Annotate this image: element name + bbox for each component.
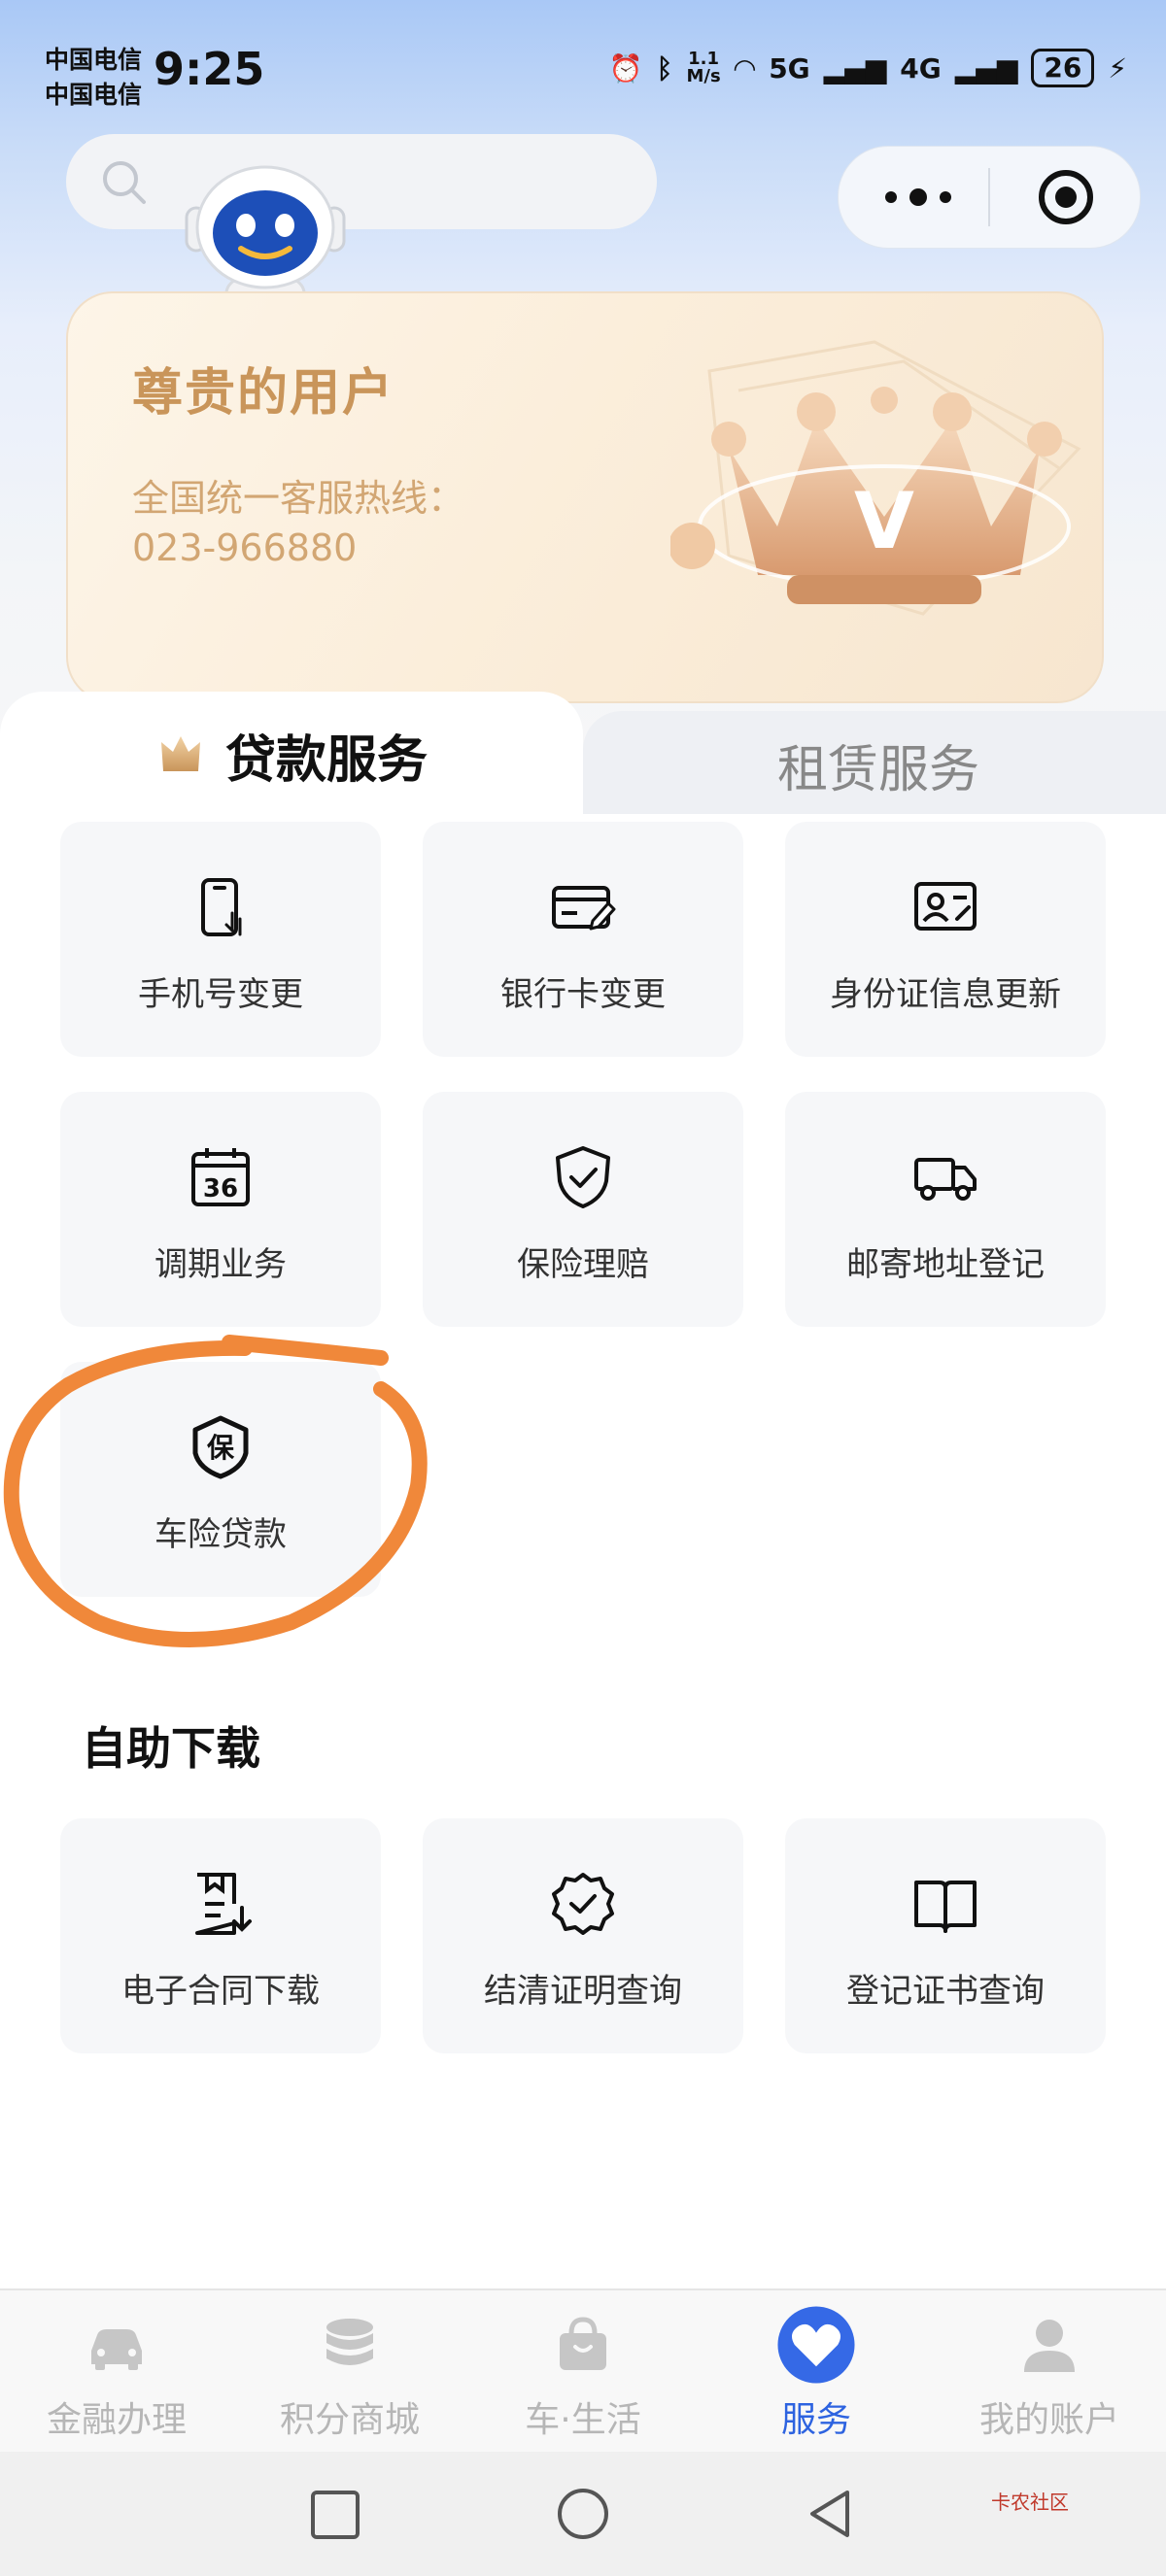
gift-bag-icon <box>560 2317 606 2370</box>
crown-badge-icon <box>161 736 200 771</box>
nav-services[interactable]: 服务 <box>700 2290 933 2454</box>
service-label: 银行卡变更 <box>500 975 666 1014</box>
nav-label: 车·生活 <box>525 2400 641 2440</box>
tab-loan-label: 贷款服务 <box>225 731 429 790</box>
nav-car-life[interactable]: 车·生活 <box>466 2290 700 2454</box>
tab-loan-service[interactable]: 贷款服务 <box>0 692 583 814</box>
crown-icon: V <box>670 340 1081 616</box>
service-mailing-address[interactable]: 邮寄地址登记 <box>785 1092 1106 1327</box>
service-label: 电子合同下载 <box>121 1972 320 2011</box>
bluetooth-icon: ᛒ <box>656 51 673 85</box>
svg-text:36: 36 <box>203 1174 238 1203</box>
hotline-label: 全国统一客服热线： <box>132 477 465 520</box>
signal-bars-icon: ▂▄▆ <box>954 51 1018 85</box>
service-id-update[interactable]: 身份证信息更新 <box>785 822 1106 1057</box>
annotation-circle <box>3 1335 428 1647</box>
service-insurance-claim[interactable]: 保险理赔 <box>423 1092 743 1327</box>
calendar-36-icon: 36 <box>191 1148 250 1206</box>
bottom-navigation: 金融办理 积分商城 车·生活 服务 我的账户 <box>0 2288 1166 2454</box>
service-label: 手机号变更 <box>138 975 303 1014</box>
service-label: 身份证信息更新 <box>830 975 1061 1014</box>
vip-title: 尊贵的用户 <box>132 364 395 423</box>
back-icon[interactable] <box>803 2487 857 2541</box>
clock: 9:25 <box>154 43 265 95</box>
service-contract-download[interactable]: 电子合同下载 <box>60 1818 381 2053</box>
service-phone-change[interactable]: 手机号变更 <box>60 822 381 1057</box>
search-bar[interactable] <box>66 134 657 229</box>
id-card-icon <box>914 882 977 931</box>
wifi-icon: ◠ <box>734 51 756 85</box>
user-icon <box>1024 2320 1075 2372</box>
settlement-badge-icon <box>552 1873 614 1935</box>
nav-label: 服务 <box>780 2400 851 2440</box>
status-bar: 中国电信 中国电信 9:25 ⏰ ᛒ 1.1 M/s ◠ 5G ▂▄▆ 4G ▂▄… <box>0 0 1166 146</box>
nav-label: 积分商城 <box>279 2400 420 2440</box>
service-settlement-query[interactable]: 结清证明查询 <box>423 1818 743 2053</box>
service-certificate-query[interactable]: 登记证书查询 <box>785 1818 1106 2053</box>
heart-icon <box>777 2306 855 2384</box>
bank-card-icon <box>552 886 616 931</box>
service-label: 登记证书查询 <box>846 1972 1045 2011</box>
carrier-2: 中国电信 <box>45 81 143 109</box>
carrier-1: 中国电信 <box>45 46 143 74</box>
phone-change-icon <box>201 878 242 936</box>
tab-lease-label: 租赁服务 <box>777 741 980 799</box>
system-navigation-bar: 卡农社区 <box>0 2452 1166 2576</box>
watermark: 卡农社区 <box>991 2491 1069 2514</box>
self-service-title: 自助下载 <box>82 1722 260 1775</box>
service-bank-card-change[interactable]: 银行卡变更 <box>423 822 743 1057</box>
truck-icon <box>914 1158 977 1201</box>
service-reschedule[interactable]: 36 调期业务 <box>60 1092 381 1327</box>
book-icon <box>914 1881 977 1933</box>
alarm-icon: ⏰ <box>608 51 643 85</box>
car-icon <box>91 2329 142 2370</box>
signal-4g: 4G <box>900 51 942 85</box>
search-icon <box>103 161 146 204</box>
battery-indicator: 26 <box>1031 49 1095 87</box>
vip-card: 尊贵的用户 全国统一客服热线： 023-966880 V <box>66 291 1104 703</box>
capsule-divider <box>988 168 990 226</box>
service-label: 邮寄地址登记 <box>846 1245 1045 1284</box>
network-speed: 1.1 M/s <box>686 49 721 86</box>
nav-my-account[interactable]: 我的账户 <box>933 2290 1166 2454</box>
nav-finance[interactable]: 金融办理 <box>0 2290 233 2454</box>
contract-download-icon <box>195 1873 252 1935</box>
shield-check-icon <box>556 1146 610 1208</box>
status-icons: ⏰ ᛒ 1.1 M/s ◠ 5G ▂▄▆ 4G ▂▄▆ 26 ⚡ <box>609 49 1127 87</box>
nav-points-mall[interactable]: 积分商城 <box>233 2290 466 2454</box>
close-target-icon[interactable] <box>1037 168 1095 226</box>
service-label: 保险理赔 <box>517 1245 649 1284</box>
service-label: 调期业务 <box>154 1245 287 1284</box>
hotline-number[interactable]: 023-966880 <box>132 526 357 569</box>
svg-text:V: V <box>854 476 914 566</box>
service-label: 结清证明查询 <box>484 1972 682 2011</box>
signal-5g: 5G <box>769 51 810 85</box>
home-icon[interactable] <box>556 2487 610 2541</box>
signal-bars-icon: ▂▄▆ <box>823 51 887 85</box>
tab-lease-service[interactable]: 租赁服务 <box>583 711 1166 814</box>
charging-icon: ⚡ <box>1108 51 1127 85</box>
mini-program-capsule <box>838 146 1141 249</box>
more-options-icon[interactable] <box>881 184 955 211</box>
service-tabs: 租赁服务 贷款服务 <box>0 692 1166 814</box>
nav-label: 金融办理 <box>46 2400 187 2440</box>
recent-apps-icon[interactable] <box>309 2489 361 2541</box>
nav-label: 我的账户 <box>978 2400 1119 2440</box>
coins-icon <box>326 2319 373 2365</box>
